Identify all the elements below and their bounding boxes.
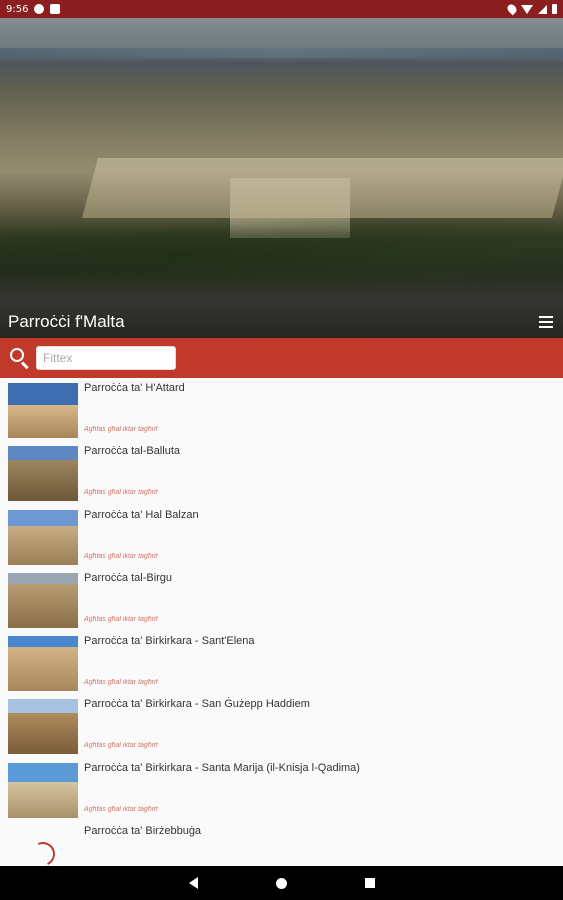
- search-bar: [0, 338, 563, 378]
- list-item[interactable]: Parroċċa ta' Birkirkara - Santa Marija (…: [0, 758, 563, 821]
- list-item[interactable]: Parroċċa ta' Birkirkara - Sant'Elena Agħ…: [0, 631, 563, 694]
- item-note: Agħfas għal iktar tagħrif: [84, 615, 158, 623]
- back-icon[interactable]: [188, 877, 198, 889]
- item-title: Parroċċa ta' Birkirkara - Sant'Elena: [84, 635, 255, 648]
- church-thumbnail: [8, 762, 78, 818]
- battery-icon: [552, 4, 557, 14]
- list-item[interactable]: Parroċċa ta' Birkirkara - San Ġużepp Had…: [0, 694, 563, 757]
- church-thumbnail: [8, 636, 78, 692]
- signal-icon: [538, 4, 547, 14]
- church-thumbnail: [8, 509, 78, 565]
- recent-apps-icon[interactable]: [364, 878, 375, 888]
- item-title: Parroċċa ta' Birżebbuġa: [84, 825, 202, 838]
- location-icon: [505, 2, 519, 16]
- menu-icon[interactable]: [539, 316, 553, 328]
- item-title: Parroċċa ta' H'Attard: [84, 382, 185, 394]
- item-note: Agħfas għal iktar tagħrif: [84, 552, 158, 560]
- status-time: 9:56: [6, 3, 29, 15]
- item-title: Parroċċa ta' Birkirkara - San Ġużepp Had…: [84, 698, 310, 711]
- list-item[interactable]: Parroċċa ta' H'Attard Agħfas għal iktar …: [0, 378, 563, 441]
- item-note: Agħfas għal iktar tagħrif: [84, 805, 158, 813]
- church-thumbnail: [8, 572, 78, 628]
- item-title: Parroċċa ta' Birkirkara - Santa Marija (…: [84, 761, 360, 774]
- item-title: Parroċċa tal-Balluta: [84, 445, 180, 458]
- list-item[interactable]: Parroċċa ta' Birżebbuġa: [0, 821, 563, 866]
- navigation-bar: [0, 866, 563, 900]
- list-item[interactable]: Parroċċa tal-Balluta Agħfas għal iktar t…: [0, 441, 563, 504]
- search-input[interactable]: [36, 346, 176, 370]
- item-note: Agħfas għal iktar tagħrif: [84, 679, 158, 687]
- item-note: Agħfas għal iktar tagħrif: [84, 489, 158, 497]
- hero-sea: [0, 48, 563, 58]
- home-icon[interactable]: [275, 877, 287, 889]
- item-note: Agħfas għal iktar tagħrif: [84, 742, 158, 750]
- notification-icon: [34, 4, 45, 14]
- church-thumbnail: [8, 383, 78, 438]
- hero-trees: [0, 218, 563, 298]
- parish-list: Parroċċa ta' H'Attard Agħfas għal iktar …: [0, 378, 563, 866]
- search-icon[interactable]: [10, 348, 30, 370]
- wifi-icon: [521, 4, 533, 14]
- church-thumbnail: [8, 699, 78, 755]
- list-item[interactable]: Parroċċa tal-Birgu Agħfas għal iktar tag…: [0, 568, 563, 631]
- header-hero-image: Parroċċi f'Malta: [0, 18, 563, 338]
- page-title: Parroċċi f'Malta: [8, 312, 125, 331]
- item-title: Parroċċa ta' Hal Balzan: [84, 508, 199, 521]
- sd-card-icon: [50, 4, 61, 14]
- church-thumbnail: [8, 446, 78, 502]
- item-note: Agħfas għal iktar tagħrif: [84, 426, 158, 433]
- list-item[interactable]: Parroċċa ta' Hal Balzan Agħfas għal ikta…: [0, 505, 563, 568]
- item-title: Parroċċa tal-Birgu: [84, 571, 173, 584]
- status-bar: 9:56: [0, 0, 563, 18]
